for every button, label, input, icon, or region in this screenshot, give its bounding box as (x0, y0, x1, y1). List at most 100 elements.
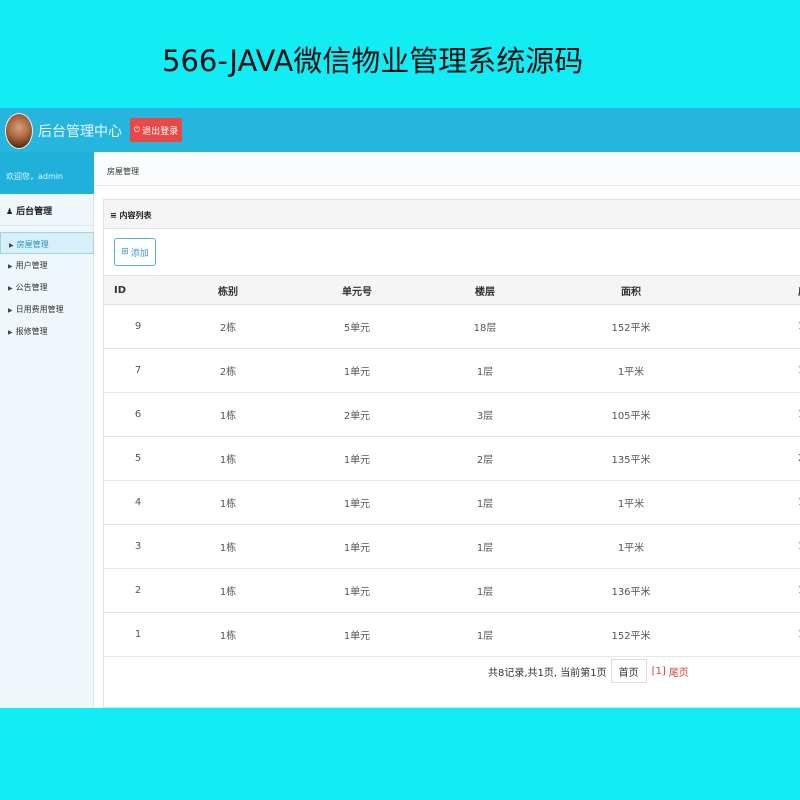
sidebar-item-label: 房屋管理 (16, 240, 49, 249)
add-label: 添加 (130, 248, 149, 259)
sidebar: 欢迎您，admin ♟ 后台管理 ▶ 房屋管理 ▶ 用户管理 ▶ 公告管理 ▶ 日用费用管… (0, 152, 94, 708)
cell-room: 1522 (722, 392, 800, 437)
panel-header: ≡ 内容列表 (104, 200, 800, 229)
last-page-link[interactable]: 尾页 (669, 664, 689, 679)
cell-room: 1801 (722, 304, 800, 349)
column-header[interactable]: 楼层 (430, 275, 540, 305)
table-row[interactable]: 21栋1单元1层136平米1002 (104, 568, 800, 613)
cell-area: 105平米 (540, 392, 722, 437)
cell-id: 5 (104, 436, 172, 481)
cell-floor: 2层 (430, 436, 540, 481)
house-table: ID 栋别 单元号 楼层 面积 房间号 92栋5单元18层152平米1801 7… (104, 275, 800, 657)
user-icon: ♟ (6, 207, 14, 216)
cell-id: 1 (104, 612, 172, 657)
cell-area: 1平米 (540, 480, 722, 525)
add-icon: ⊞ (121, 247, 129, 257)
add-button[interactable]: ⊞ 添加 (114, 238, 156, 266)
cell-id: 7 (104, 348, 172, 393)
first-page-button[interactable]: 首页 (610, 659, 647, 683)
cell-room: 1003 (722, 524, 800, 569)
cell-floor: 1层 (430, 568, 540, 613)
table-body: 92栋5单元18层152平米1801 72栋1单元1层1平米1001 61栋2单… (104, 304, 800, 657)
cell-id: 2 (104, 568, 172, 613)
cell-floor: 1层 (430, 524, 540, 569)
breadcrumb-bar: 房屋管理 (94, 152, 800, 186)
caret-right-icon: ▶ (8, 285, 13, 292)
brand-title: 后台管理中心 (38, 124, 122, 140)
cell-room: 1004 (722, 480, 800, 525)
sidebar-item-users[interactable]: ▶ 用户管理 (0, 254, 94, 276)
cell-building: 1栋 (172, 392, 284, 437)
sidebar-item-label: 报修管理 (15, 327, 48, 336)
table-header-row: ID 栋别 单元号 楼层 面积 房间号 (104, 275, 800, 305)
caret-right-icon: ▶ (9, 242, 14, 249)
panel-title: 内容列表 (119, 211, 152, 220)
table-row[interactable]: 72栋1单元1层1平米1001 (104, 348, 800, 393)
cell-floor: 3层 (430, 392, 540, 437)
table-row[interactable]: 41栋1单元1层1平米1004 (104, 480, 800, 525)
cell-unit: 1单元 (284, 480, 430, 525)
table-row[interactable]: 51栋1单元2层135平米2001 (104, 436, 800, 481)
cell-floor: 18层 (430, 304, 540, 349)
column-header[interactable]: 单元号 (284, 275, 430, 305)
column-header[interactable]: 面积 (540, 275, 722, 305)
cell-floor: 1层 (430, 612, 540, 657)
table-row[interactable]: 92栋5单元18层152平米1801 (104, 304, 800, 349)
sidebar-item-label: 日用费用管理 (15, 305, 64, 314)
cell-id: 9 (104, 304, 172, 349)
column-header[interactable]: 栋别 (172, 275, 284, 305)
cell-room: 1002 (722, 568, 800, 613)
cell-floor: 1层 (430, 480, 540, 525)
table-row[interactable]: 31栋1单元1层1平米1003 (104, 524, 800, 569)
breadcrumb: 房屋管理 (107, 167, 139, 176)
cell-id: 4 (104, 480, 172, 525)
caret-right-icon: ▶ (8, 307, 13, 314)
cell-room: 1001 (722, 612, 800, 657)
cell-building: 1栋 (172, 480, 284, 525)
avatar (5, 113, 33, 149)
top-header: 后台管理中心 ⏻ 退出登录 (0, 108, 800, 152)
table-row[interactable]: 11栋1单元1层152平米1001 (104, 612, 800, 657)
sidebar-item-label: 公告管理 (15, 283, 48, 292)
cell-area: 135平米 (540, 436, 722, 481)
cell-area: 152平米 (540, 304, 722, 349)
cell-room: 2001 (722, 436, 800, 481)
logout-button[interactable]: ⏻ 退出登录 (130, 118, 182, 142)
cell-building: 1栋 (172, 436, 284, 481)
cell-area: 1平米 (540, 524, 722, 569)
cell-unit: 5单元 (284, 304, 430, 349)
sidebar-item-notices[interactable]: ▶ 公告管理 (0, 276, 94, 298)
sidebar-item-fees[interactable]: ▶ 日用费用管理 (0, 298, 94, 320)
list-icon: ≡ (110, 211, 120, 220)
current-page-link[interactable]: [1] (652, 666, 666, 677)
cell-building: 1栋 (172, 568, 284, 613)
cell-unit: 1单元 (284, 568, 430, 613)
caret-right-icon: ▶ (8, 329, 13, 336)
sidebar-item-repairs[interactable]: ▶ 报修管理 (0, 320, 94, 342)
cell-unit: 2单元 (284, 392, 430, 437)
table-row[interactable]: 61栋2单元3层105平米1522 (104, 392, 800, 437)
cell-area: 1平米 (540, 348, 722, 393)
banner-title: 566-JAVA微信物业管理系统源码 (162, 44, 584, 78)
cell-building: 1栋 (172, 524, 284, 569)
column-header[interactable]: ID (104, 275, 172, 305)
cell-building: 2栋 (172, 348, 284, 393)
cell-building: 1栋 (172, 612, 284, 657)
cell-unit: 1单元 (284, 436, 430, 481)
logout-label: 退出登录 (142, 126, 179, 137)
sidebar-welcome: 欢迎您，admin (0, 152, 94, 194)
sidebar-section-header[interactable]: ♟ 后台管理 (0, 194, 94, 226)
cell-unit: 1单元 (284, 348, 430, 393)
cell-id: 6 (104, 392, 172, 437)
cell-unit: 1单元 (284, 612, 430, 657)
app-window: 后台管理中心 ⏻ 退出登录 欢迎您，admin ♟ 后台管理 ▶ 房屋管理 ▶ 用户管… (0, 108, 800, 708)
sidebar-item-house[interactable]: ▶ 房屋管理 (0, 232, 94, 254)
column-header[interactable]: 房间号 (722, 275, 800, 305)
sidebar-item-label: 用户管理 (15, 261, 48, 270)
cell-unit: 1单元 (284, 524, 430, 569)
cell-area: 152平米 (540, 612, 722, 657)
content-panel: ≡ 内容列表 ⊞添加 ID 栋别 单元号 楼层 面积 房间号 92栋5单元18层… (103, 199, 800, 708)
cell-area: 136平米 (540, 568, 722, 613)
pagination: 共8记录,共1页, 当前第1页 首页 [1] 尾页 (488, 659, 689, 683)
sidebar-menu: ▶ 房屋管理 ▶ 用户管理 ▶ 公告管理 ▶ 日用费用管理 ▶ 报修管理 (0, 232, 94, 342)
